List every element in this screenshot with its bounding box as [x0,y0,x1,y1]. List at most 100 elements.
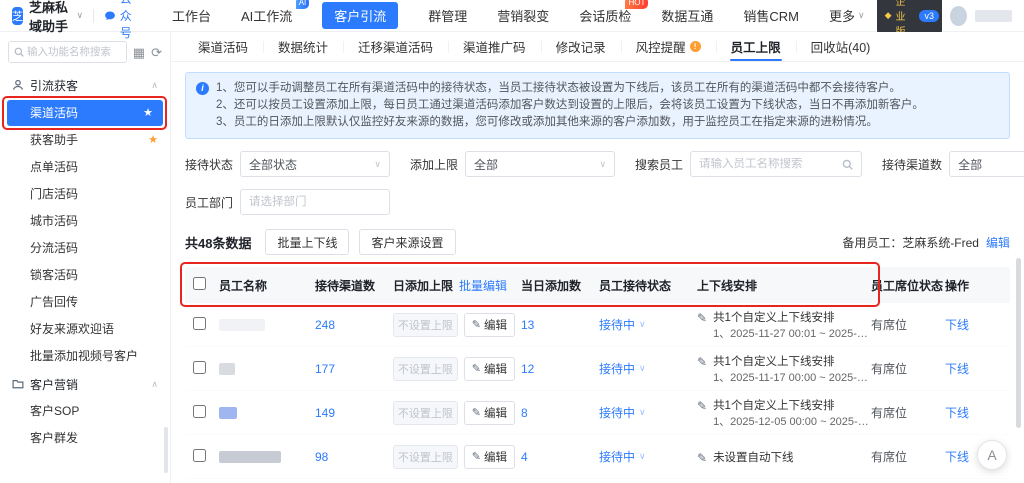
grid-view-icon[interactable]: ▦ [133,46,145,59]
tab-label: 渠道活码 [198,41,249,55]
row-checkbox[interactable] [193,448,206,462]
offline-action-link[interactable]: 下线 [945,450,969,464]
sidebar-item[interactable]: 锁客活码 [0,262,170,289]
sidebar-item[interactable]: 好友来源欢迎语 [0,316,170,343]
department-input[interactable] [240,189,391,215]
reception-channels-count[interactable]: 177 [315,362,335,376]
tab-label: 员工上限 [730,41,781,55]
info-icon: i [196,82,209,95]
top-nav-item[interactable]: AI工作流 AI [241,0,310,25]
top-nav-item[interactable]: 会话质检 HOT [579,0,649,25]
offline-action-link[interactable]: 下线 [945,406,969,420]
sidebar-item[interactable]: 点单活码 [0,154,170,181]
reception-status-dropdown[interactable]: 接待中 ∨ [599,360,646,377]
sidebar-item[interactable]: 批量添加视频号客户 [0,343,170,370]
today-added-cell: 4 [521,450,599,464]
tab-item[interactable]: 回收站(40) [795,32,886,61]
sidebar-item[interactable]: 门店活码 [0,181,170,208]
customer-source-settings-button[interactable]: 客户来源设置 [359,229,456,255]
reception-channels-count[interactable]: 149 [315,406,335,420]
batch-edit-link[interactable]: 批量编辑 [459,277,507,294]
search-icon[interactable] [842,159,853,170]
sidebar-section-header[interactable]: 引流获客 ∧ [0,71,170,99]
sidebar-item[interactable]: 广告回传 [0,289,170,316]
staff-search-input[interactable] [699,158,839,170]
reception-channels-count[interactable]: 248 [315,318,335,332]
sidebar-section-header[interactable]: 客户营销 ∧ [0,370,170,398]
top-nav-item[interactable]: 客户引流 [322,2,399,29]
reception-status-dropdown[interactable]: 接待中 ∨ [599,404,646,421]
sidebar-scrollbar[interactable] [164,427,168,473]
staff-search-box[interactable] [690,151,863,177]
sidebar-item-label: 分流活码 [30,241,79,255]
top-nav-item[interactable]: 工作台 [172,6,211,25]
offline-action-link[interactable]: 下线 [945,362,969,376]
add-limit-select[interactable]: 全部 ∨ [465,151,616,177]
reception-status-dropdown[interactable]: 接待中 ∨ [599,316,646,333]
reception-status-dropdown[interactable]: 接待中 ∨ [599,448,646,465]
sidebar-item[interactable]: 城市活码 [0,208,170,235]
row-checkbox[interactable] [193,360,206,374]
select-all-checkbox[interactable] [193,277,206,290]
action-cell: 下线 [945,316,993,333]
avatar[interactable] [949,5,967,26]
select-value: 全部 [958,157,983,172]
top-nav-item[interactable]: 数据互通 [661,6,713,25]
nav-badge: AI [295,0,310,9]
row-checkbox[interactable] [193,316,206,330]
schedule-text: 共1个自定义上下线安排 1、2025-12-05 00:00 ~ 2025-… [713,399,869,429]
top-nav-item[interactable]: 营销裂变 [497,6,549,25]
sidebar-item[interactable]: 分流活码 [0,235,170,262]
today-added-count[interactable]: 12 [521,362,534,376]
reception-status-select[interactable]: 全部状态 ∨ [240,151,391,177]
sidebar-search[interactable] [8,41,127,63]
today-added-count[interactable]: 13 [521,318,534,332]
action-cell: 下线 [945,404,993,421]
floating-assistant-button[interactable]: A [977,440,1007,470]
row-checkbox[interactable] [193,404,206,418]
top-nav-item[interactable]: 销售CRM [743,6,799,25]
edit-limit-button[interactable]: ✎ 编辑 [463,444,515,469]
offline-action-link[interactable]: 下线 [945,318,969,332]
tab-item[interactable]: 渠道活码 [183,32,263,61]
schedule-cell: ✎ 未设置自动下线 [697,449,871,465]
top-nav-item[interactable]: 群管理 [428,6,467,25]
edit-limit-button[interactable]: ✎ 编辑 [463,400,515,425]
vertical-scrollbar[interactable] [1016,258,1021,428]
top-nav-label: 营销裂变 [497,9,550,24]
filter-reception-status: 接待状态 全部状态 ∨ [185,151,391,177]
schedule-edit-icon[interactable]: ✎ [697,399,707,413]
tab-item[interactable]: 风控提醒! [620,32,716,61]
sidebar-item[interactable]: 获客助手 ★ [0,127,170,154]
today-added-count[interactable]: 8 [521,406,528,420]
schedule-line-1: 未设置自动下线 [713,451,794,464]
schedule-edit-icon[interactable]: ✎ [697,355,707,369]
tab-item[interactable]: 修改记录 [540,32,621,61]
employee-name-redacted [219,407,237,420]
sidebar-item-label: 锁客活码 [30,268,79,282]
tab-item[interactable]: 渠道推广码 [448,32,541,61]
edit-limit-button[interactable]: ✎ 编辑 [463,312,515,337]
reception-channels-count[interactable]: 98 [315,450,328,464]
sidebar-item[interactable]: 客户SOP [0,398,170,425]
channel-count-select[interactable]: 全部 ∨ [949,151,1024,177]
today-added-count[interactable]: 4 [521,450,528,464]
tab-item[interactable]: 员工上限 [715,32,796,61]
top-nav-item[interactable]: 更多 ∨ [829,6,865,25]
sidebar-search-input[interactable] [27,46,113,58]
filter-department: 员工部门 [185,189,391,215]
batch-online-offline-button[interactable]: 批量上下线 [265,229,350,255]
tab-item[interactable]: 数据统计 [263,32,343,61]
refresh-icon[interactable]: ⟳ [151,46,162,59]
sidebar-item[interactable]: 渠道活码 ★ [2,96,167,130]
schedule-edit-icon[interactable]: ✎ [697,311,707,325]
app-title: 芝麻私域助手 [29,0,69,34]
edit-limit-button[interactable]: ✎ 编辑 [463,356,515,381]
schedule-cell: ✎ 共1个自定义上下线安排 1、2025-12-05 00:00 ~ 2025-… [697,397,871,429]
sidebar-item[interactable]: 客户群发 [0,425,170,452]
schedule-text: 共1个自定义上下线安排 1、2025-11-17 00:00 ~ 2025-… [713,355,868,385]
tab-item[interactable]: 迁移渠道活码 [343,32,448,61]
schedule-edit-icon[interactable]: ✎ [697,451,707,465]
logo[interactable]: 芝 芝麻私域助手 ∨ [12,0,83,35]
backup-staff-edit-link[interactable]: 编辑 [986,234,1010,251]
